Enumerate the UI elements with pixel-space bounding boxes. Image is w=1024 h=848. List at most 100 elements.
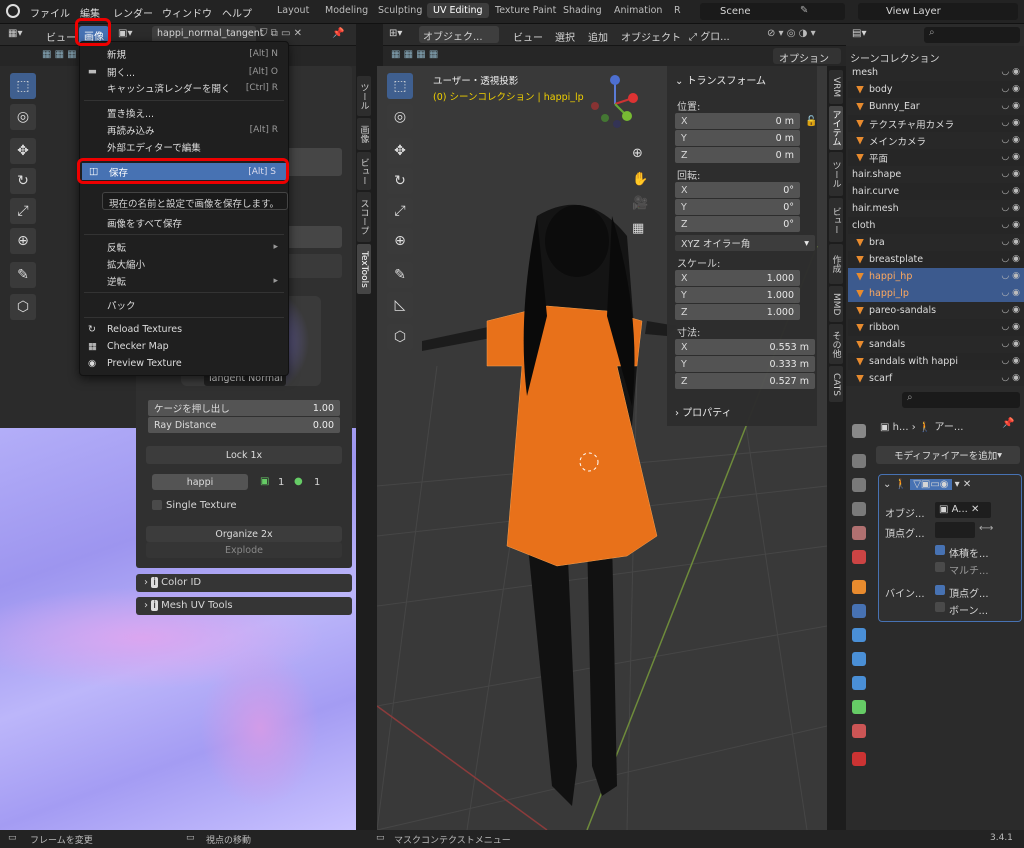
visibility-eye-icon[interactable]: ◡ ◉ [1001,339,1020,349]
tab-item[interactable]: アイテム [829,106,843,150]
zoom-icon[interactable]: ⊕ [632,146,643,161]
menu-item-checker-map[interactable]: ▦ Checker Map [80,338,288,355]
outliner-row[interactable]: ribbon ◡ ◉ [848,319,1024,336]
rotation-mode-select[interactable]: XYZ オイラー角 ▾ [675,235,815,251]
menu-item-replace[interactable]: 置き換え... [80,104,288,121]
tab-cats[interactable]: CATS [829,366,843,402]
explode-button[interactable]: Explode [146,542,342,558]
visibility-eye-icon[interactable]: ◡ ◉ [1001,67,1020,77]
scale-y[interactable]: Y 1.000 [675,287,800,303]
outliner-row[interactable]: happi_lp ◡ ◉ [848,285,1024,302]
modifier-header[interactable]: ⌄ 🚶 ▽▣▭◉ ▾ ✕ [883,479,971,490]
tab-animation[interactable]: Animation [614,5,662,16]
texture-icon[interactable] [852,752,866,766]
single-texture-checkbox[interactable] [152,500,162,510]
visibility-eye-icon[interactable]: ◡ ◉ [1001,186,1020,196]
menu-window[interactable]: ウィンドウ [162,5,212,20]
tab-tool[interactable]: ツール [357,76,371,116]
visibility-eye-icon[interactable]: ◡ ◉ [1001,288,1020,298]
menu-item-resize[interactable]: 拡大縮小 [80,255,288,272]
object-data-icon[interactable] [852,700,866,714]
preserve-volume-checkbox[interactable] [935,545,945,555]
outliner-row[interactable]: sandals with happi ◡ ◉ [848,353,1024,370]
physics-icon[interactable] [852,652,866,666]
tab-textools[interactable]: TexTools [357,244,371,294]
pin-icon[interactable]: 📌 [1002,418,1014,429]
lock-icon[interactable]: 🔓 [805,116,817,127]
annotate-tool-icon[interactable]: ✎ [10,262,36,288]
object-icon[interactable] [852,580,866,594]
color-id-panel[interactable]: › i Color ID [136,574,352,592]
visibility-eye-icon[interactable]: ◡ ◉ [1001,220,1020,230]
rotation-z[interactable]: Z 0° [675,216,800,232]
cursor-3d-tool-icon[interactable]: ◎ [387,104,413,130]
menu-item-preview-texture[interactable]: ◉ Preview Texture [80,355,288,372]
bind-bones-checkbox[interactable] [935,602,945,612]
material-name[interactable]: happi [152,474,248,490]
rotate-3d-tool-icon[interactable]: ↻ [387,168,413,194]
visibility-eye-icon[interactable]: ◡ ◉ [1001,152,1020,162]
visibility-eye-icon[interactable]: ◡ ◉ [1001,203,1020,213]
dimension-y[interactable]: Y 0.333 m [675,356,815,372]
add-modifier-button[interactable]: モディファイアーを追加 ▾ [876,446,1020,464]
tab-shading[interactable]: Shading [563,5,602,16]
hand-pan-icon[interactable]: ✋ [632,172,648,187]
outliner-row[interactable]: scarf ◡ ◉ [848,370,1024,387]
image-browse-icon[interactable]: ▣▾ [118,28,132,39]
tab-vrm[interactable]: VRM [829,70,843,104]
tab-image[interactable]: 画像 [357,118,371,150]
annotate-3d-tool-icon[interactable]: ✎ [387,262,413,288]
visibility-eye-icon[interactable]: ◡ ◉ [1001,373,1020,383]
select-tool-icon[interactable]: ⬚ [10,73,36,99]
dimension-x[interactable]: X 0.553 m [675,339,815,355]
tab-view[interactable]: ビュー [357,152,371,190]
select-mode-icons-3d[interactable]: ▦ ▦ ▦ ▦ [391,49,438,60]
swap-icon[interactable]: ⟷ [979,523,993,534]
outliner-row[interactable]: メインカメラ ◡ ◉ [848,132,1024,149]
transform-3d-tool-icon[interactable]: ⊕ [387,228,413,254]
outliner-row[interactable]: bra ◡ ◉ [848,234,1024,251]
rotation-y[interactable]: Y 0° [675,199,800,215]
transform-title[interactable]: ⌄ トランスフォーム [675,72,766,87]
orientation-selector[interactable]: ⤢ グロ... [689,28,730,43]
snap-icon[interactable]: ⊘ ▾ ◎ ◑ ▾ [767,28,816,39]
visibility-eye-icon[interactable]: ◡ ◉ [1001,305,1020,315]
viewport-add-menu[interactable]: 追加 [588,29,608,44]
properties-search[interactable]: ⌕ [902,392,1020,408]
outliner-row[interactable]: hair.shape ◡ ◉ [848,166,1024,183]
location-x[interactable]: X0 m [675,113,800,129]
outliner-row[interactable]: テクスチャ用カメラ ◡ ◉ [848,115,1024,132]
menu-item-open[interactable]: ▬ 開く... [Alt] O [80,63,288,80]
scene-icon[interactable] [852,526,866,540]
move-3d-tool-icon[interactable]: ✥ [387,138,413,164]
menu-item-flip[interactable]: 反転 ▸ [80,238,288,255]
outliner-row[interactable]: 平面 ◡ ◉ [848,149,1024,166]
menu-item-edit-externally[interactable]: 外部エディターで編集 [80,138,288,155]
menu-item-invert[interactable]: 逆転 ▸ [80,272,288,289]
location-z[interactable]: Z0 m [675,147,800,163]
tab-scopes[interactable]: スコープ [357,192,371,242]
visibility-eye-icon[interactable]: ◡ ◉ [1001,118,1020,128]
outliner-row[interactable]: happi_hp ◡ ◉ [848,268,1024,285]
scale-tool-icon[interactable]: ⤢ [10,198,36,224]
outliner-row[interactable]: body ◡ ◉ [848,81,1024,98]
select-box-tool-icon[interactable]: ⬚ [387,73,413,99]
visibility-eye-icon[interactable]: ◡ ◉ [1001,135,1020,145]
visibility-eye-icon[interactable]: ◡ ◉ [1001,356,1020,366]
tab-sculpting[interactable]: Sculpting [378,5,422,16]
tab-more[interactable]: R [674,5,681,16]
rotate-tool-icon[interactable]: ↻ [10,168,36,194]
viewport-view-menu[interactable]: ビュー [513,29,543,44]
viewport-object-menu[interactable]: オブジェクト [621,29,681,44]
menu-help[interactable]: ヘルプ [222,5,252,20]
material-icon[interactable] [852,724,866,738]
visibility-eye-icon[interactable]: ◡ ◉ [1001,237,1020,247]
blender-logo-icon[interactable] [6,4,20,18]
visibility-eye-icon[interactable]: ◡ ◉ [1001,254,1020,264]
view-layer-selector[interactable]: View Layer [858,3,1018,20]
scale-3d-tool-icon[interactable]: ⤢ [387,198,413,224]
viewport-select-menu[interactable]: 選択 [555,29,575,44]
grid-icon[interactable]: ▦ [632,221,644,236]
object-field[interactable]: ▣ A... ✕ [935,502,991,518]
tab-uv-editing[interactable]: UV Editing [427,3,489,18]
